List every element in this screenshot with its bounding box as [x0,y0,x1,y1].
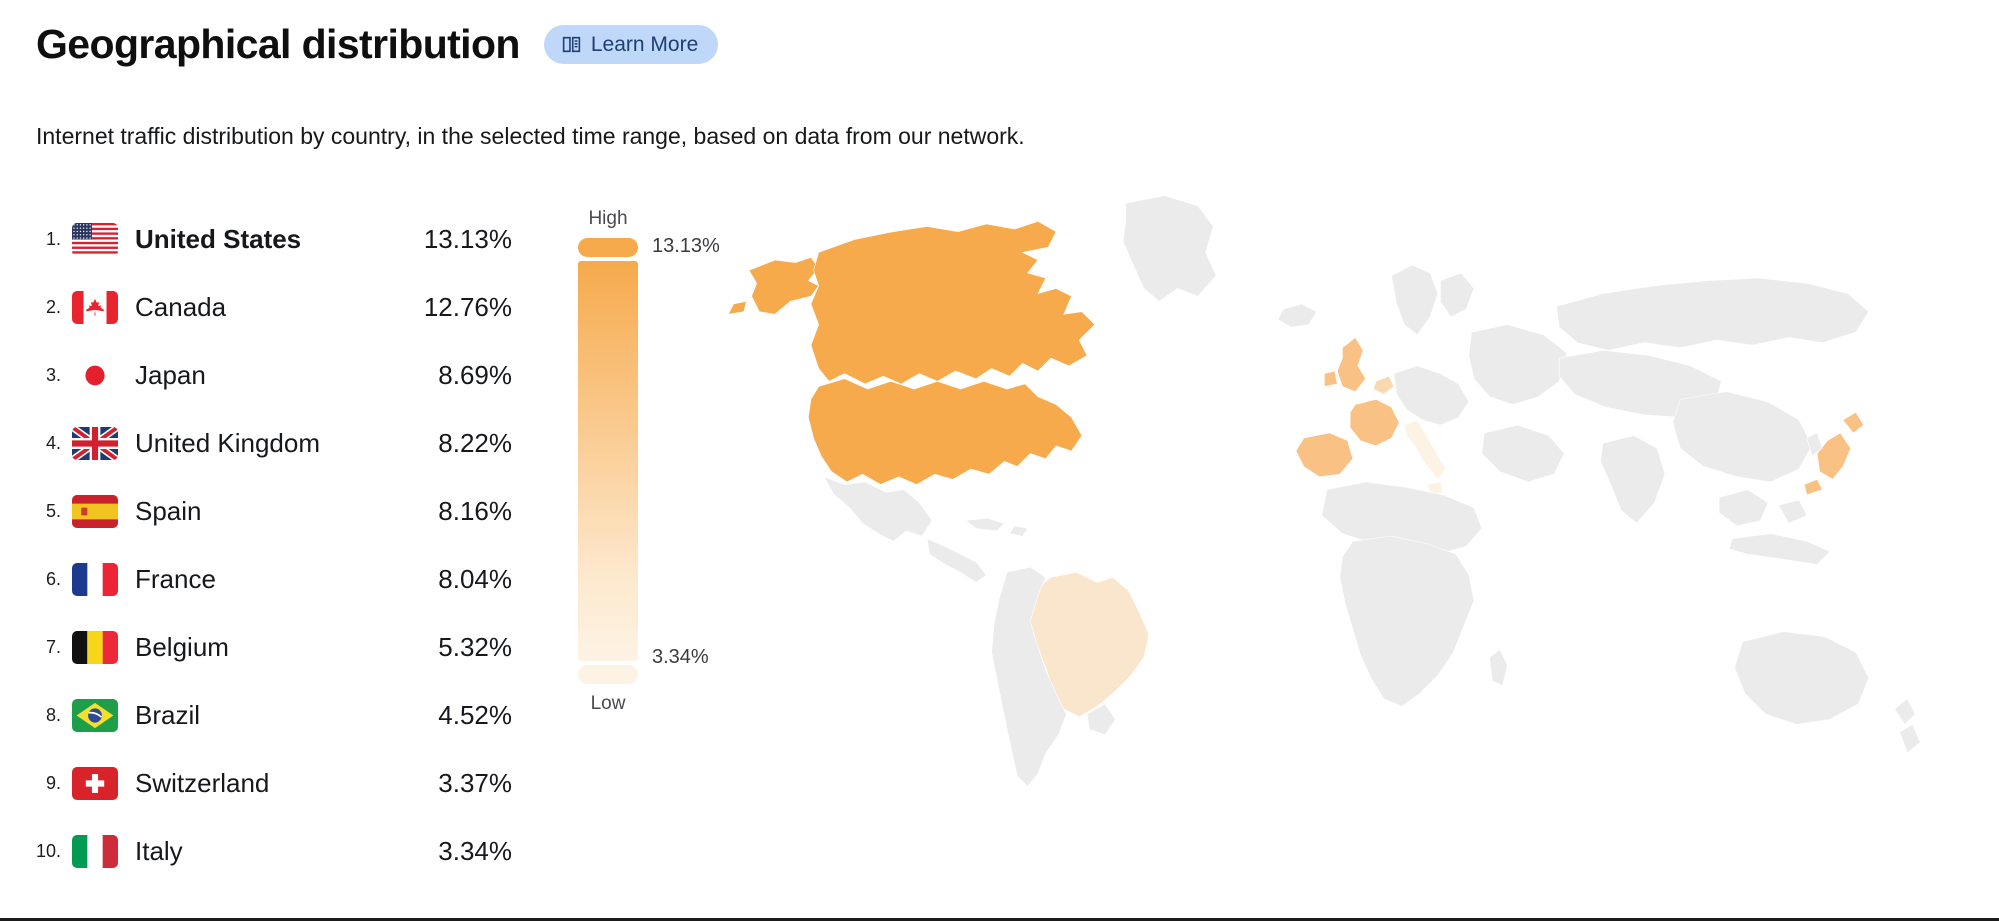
map-region-china[interactable] [1672,391,1813,483]
map-svg [727,195,1921,787]
map-region-africa[interactable] [1339,535,1475,707]
map-region-camerica[interactable] [926,538,987,583]
map-region-nz[interactable] [1894,698,1921,754]
country-percentage: 12.76% [423,291,512,322]
country-percentage: 3.37% [438,767,512,798]
country-name: Italy [135,835,183,866]
country-percentage: 8.16% [438,495,512,526]
country-row-it[interactable]: 10. Italy 3.34% [28,817,518,885]
map-region-alaska[interactable] [727,257,820,315]
country-row-es[interactable]: 5. Spain 8.16% [28,477,518,545]
map-region-ceurope[interactable] [1393,365,1470,426]
flag-icon-be [72,630,118,664]
country-rank: 2. [45,296,61,317]
country-name: Switzerland [135,767,270,798]
legend-gradient-bar [578,261,638,661]
map-region-australia[interactable] [1734,631,1870,725]
world-choropleth-map[interactable] [700,150,1990,850]
flag-icon-gb [72,426,118,460]
book-icon [561,34,582,55]
map-region-greenland[interactable] [1122,195,1217,302]
country-name: Canada [135,291,227,322]
flag-icon-ca [72,290,118,324]
country-rank: 3. [45,364,61,385]
legend-low-label: Low [590,693,626,714]
country-rank: 10. [35,840,61,861]
geographical-distribution-panel: Geographical distribution Learn More Int… [0,0,1999,921]
map-region-france[interactable] [1349,399,1400,447]
country-name: Japan [135,359,206,390]
country-percentage: 8.22% [438,427,512,458]
map-region-mideast[interactable] [1481,424,1565,483]
map-region-eeurope[interactable] [1468,324,1568,405]
country-percentage: 3.34% [438,835,512,866]
country-percentage: 4.52% [438,699,512,730]
country-name: France [135,563,216,594]
map-region-canada[interactable] [810,221,1096,385]
map-region-indonesia[interactable] [1729,533,1831,565]
map-region-mexico[interactable] [823,476,933,542]
country-rank: 9. [45,772,61,793]
learn-more-button[interactable]: Learn More [543,25,719,65]
country-row-br[interactable]: 8. Brazil 4.52% [28,681,518,749]
map-region-uk[interactable] [1324,337,1366,392]
page-title: Geographical distribution [36,21,520,67]
country-name: United Kingdom [135,427,320,458]
country-row-gb[interactable]: 4. United Kingdom 8.22% [28,409,518,477]
panel-subtitle: Internet traffic distribution by country… [36,123,1025,149]
flag-icon-us [72,222,118,256]
country-name: Belgium [135,631,229,662]
country-percentage: 13.13% [423,223,512,254]
map-region-italy[interactable] [1403,419,1446,496]
legend-high-label: High [588,208,628,229]
legend-cap-low [578,665,638,684]
country-percentage: 8.04% [438,563,512,594]
country-percentage: 8.69% [438,359,512,390]
country-percentage: 5.32% [438,631,512,662]
map-region-spain[interactable] [1295,432,1354,478]
country-name: United States [135,223,302,254]
country-rank: 8. [45,704,61,725]
learn-more-label: Learn More [590,33,699,57]
country-row-ch[interactable]: 9. Switzerland 3.37% [28,749,518,817]
country-row-us[interactable]: 1. United States 13.13% [28,205,518,273]
map-region-sea[interactable] [1718,489,1808,527]
country-name: Brazil [135,699,201,730]
country-rank: 6. [45,568,61,589]
flag-icon-fr [72,562,118,596]
map-region-caribbean[interactable] [964,517,1029,537]
flag-icon-es [72,494,118,528]
country-row-be[interactable]: 7. Belgium 5.32% [28,613,518,681]
country-rank: 5. [45,500,61,521]
country-row-ca[interactable]: 2. Canada 12.76% [28,273,518,341]
country-rank: 1. [45,228,61,249]
map-region-scand[interactable] [1391,264,1475,336]
flag-icon-jp [72,358,118,392]
country-rank: 4. [45,432,61,453]
map-region-madagascar[interactable] [1489,649,1508,687]
map-region-russia[interactable] [1556,277,1870,351]
country-name: Spain [135,495,202,526]
panel-header: Geographical distribution Learn More [36,21,719,67]
map-region-india[interactable] [1600,435,1666,524]
map-region-usa[interactable] [808,378,1083,485]
map-region-iceland[interactable] [1277,303,1318,328]
country-row-jp[interactable]: 3. Japan 8.69% [28,341,518,409]
map-color-legend: High Low 13.13% 3.34% [578,208,720,715]
flag-icon-it [72,834,118,868]
map-region-benelux[interactable] [1373,375,1395,395]
flag-icon-br [72,698,118,732]
country-row-fr[interactable]: 6. France 8.04% [28,545,518,613]
legend-cap-high [578,238,638,257]
country-rank: 7. [45,636,61,657]
country-ranking-list: 1. United States 13.13% 2. Canada 12.76% 3. Jap… [28,205,518,885]
flag-icon-ch [72,766,118,800]
